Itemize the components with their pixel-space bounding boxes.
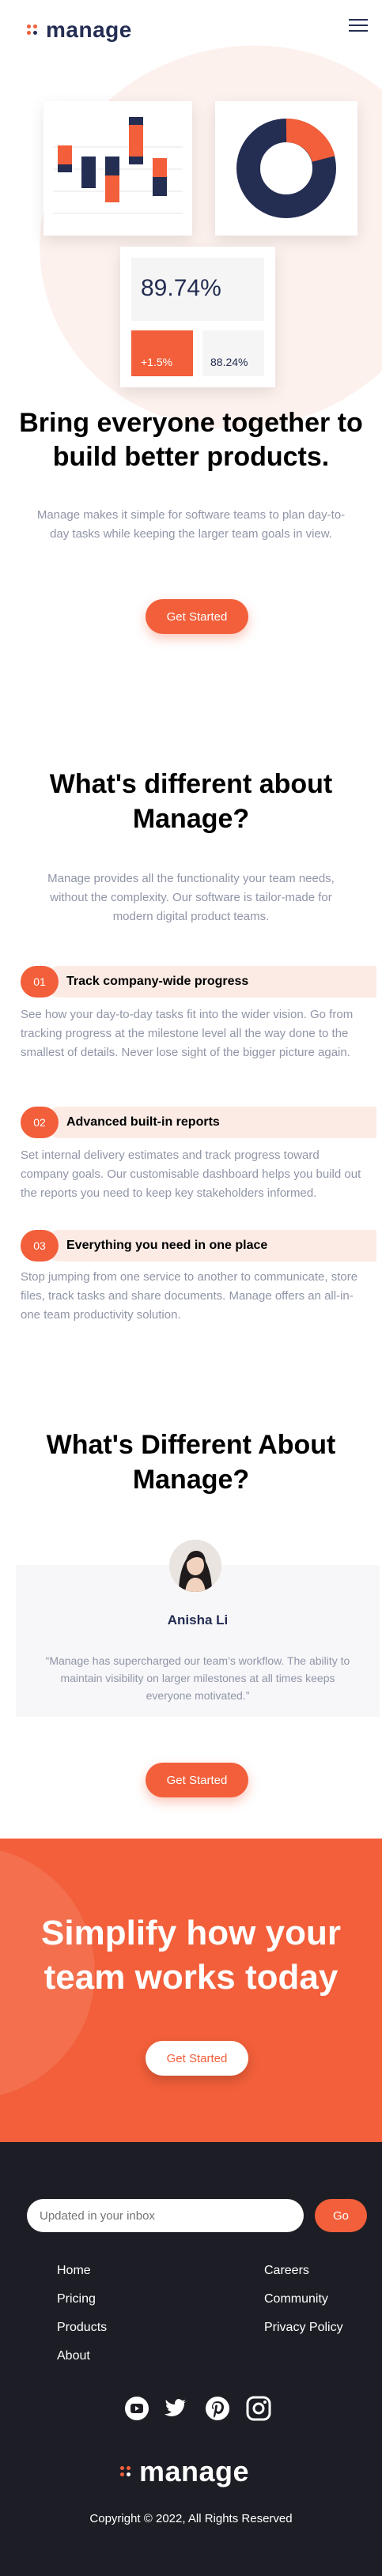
differences-title: What's different about Manage? bbox=[49, 769, 333, 834]
newsletter-go-button[interactable]: Go bbox=[315, 2199, 367, 2232]
logo-text: manage bbox=[46, 17, 132, 42]
stat-change: +1.5% bbox=[141, 356, 173, 368]
footer-link-home[interactable]: Home bbox=[57, 2264, 91, 2278]
youtube-icon[interactable] bbox=[123, 2395, 150, 2422]
footer-link-about[interactable]: About bbox=[57, 2349, 90, 2363]
twitter-icon[interactable] bbox=[163, 2395, 190, 2422]
copyright: Copyright © 2022, All Rights Reserved bbox=[89, 2512, 293, 2525]
footer-link-careers[interactable]: Careers bbox=[264, 2264, 309, 2278]
social-links bbox=[123, 2395, 274, 2425]
pinterest-icon[interactable] bbox=[204, 2395, 231, 2422]
donut-chart-illustration bbox=[215, 101, 357, 236]
feature-number: 01 bbox=[21, 966, 59, 998]
logo-mark-icon bbox=[120, 2466, 131, 2477]
feature-description: See how your day-to-day tasks fit into t… bbox=[21, 1008, 354, 1059]
testimonial-name: Anisha Li bbox=[167, 1612, 229, 1627]
get-started-button[interactable]: Get Started bbox=[146, 2041, 248, 2076]
footer-logo[interactable]: manage bbox=[120, 2455, 249, 2488]
footer: Go Home Pricing Products About Careers C… bbox=[0, 2142, 382, 2576]
feature-heading: 01 Track company-wide progress bbox=[21, 966, 376, 998]
feature-title: Advanced built-in reports bbox=[66, 1115, 220, 1129]
differences-subtitle: Manage provides all the functionality yo… bbox=[47, 872, 335, 923]
logo-mark-icon bbox=[27, 25, 38, 36]
stat-secondary: 88.24% bbox=[210, 356, 248, 368]
testimonials-title: What's Different About Manage? bbox=[46, 1430, 336, 1495]
get-started-button[interactable]: Get Started bbox=[146, 1763, 248, 1797]
avatar bbox=[169, 1540, 221, 1592]
footer-logo-text: manage bbox=[139, 2455, 250, 2487]
get-started-button[interactable]: Get Started bbox=[146, 599, 248, 634]
stat-card-illustration: 89.74% +1.5% 88.24% bbox=[120, 247, 275, 387]
cta-section: Simplify how your team works today Get S… bbox=[0, 1839, 382, 2142]
instagram-icon[interactable] bbox=[245, 2395, 272, 2422]
hamburger-menu-icon[interactable] bbox=[349, 19, 368, 35]
footer-link-privacy-policy[interactable]: Privacy Policy bbox=[264, 2321, 343, 2335]
feature-title: Track company-wide progress bbox=[66, 975, 249, 988]
feature-description: Stop jumping from one service to another… bbox=[21, 1270, 358, 1322]
feature-number: 03 bbox=[21, 1230, 59, 1262]
feature-title: Everything you need in one place bbox=[66, 1239, 268, 1252]
footer-link-pricing[interactable]: Pricing bbox=[57, 2292, 96, 2306]
feature-description: Set internal delivery estimates and trac… bbox=[21, 1148, 361, 1200]
feature-heading: 02 Advanced built-in reports bbox=[21, 1107, 376, 1138]
page: manage 89.74% +1.5% 88.24% Bring everyon… bbox=[0, 0, 382, 2576]
logo[interactable]: manage bbox=[27, 17, 132, 43]
feature-heading: 03 Everything you need in one place bbox=[21, 1230, 376, 1262]
newsletter-email-input[interactable] bbox=[27, 2199, 304, 2232]
header: manage bbox=[0, 0, 382, 63]
stat-value: 89.74% bbox=[141, 275, 221, 301]
testimonial-quote: “Manage has supercharged our team’s work… bbox=[45, 1654, 350, 1702]
footer-link-community[interactable]: Community bbox=[264, 2292, 328, 2306]
hero-subtitle: Manage makes it simple for software team… bbox=[36, 508, 346, 541]
footer-link-products[interactable]: Products bbox=[57, 2321, 107, 2335]
hero-title: Bring everyone together to build better … bbox=[19, 408, 363, 472]
cta-title: Simplify how your team works today bbox=[41, 1914, 341, 1997]
bar-chart-illustration bbox=[43, 101, 192, 236]
feature-number: 02 bbox=[21, 1107, 59, 1138]
